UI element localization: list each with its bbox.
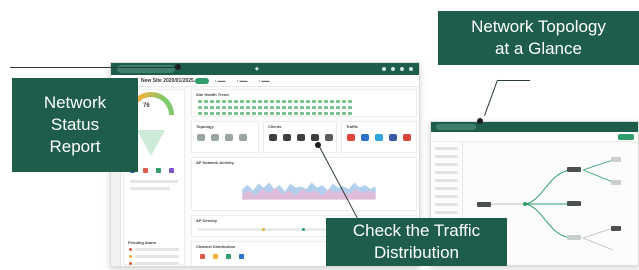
tab-dashboard — [195, 78, 209, 84]
topology-connector-line — [484, 79, 498, 116]
alarms-title: Pending Alarm — [128, 240, 157, 245]
network-topology-callout: Network Topology at a Glance — [438, 11, 639, 65]
status-callout-line1: Network — [43, 93, 107, 112]
health-score: 76 — [143, 103, 150, 109]
network-status-callout: Network Status Report — [12, 78, 138, 172]
omada-logo: ◆ — [255, 66, 259, 72]
switch-node — [567, 167, 581, 172]
switch-hub — [523, 202, 527, 206]
topology-panel: Topology — [191, 121, 259, 153]
dashboard-topbar: ◆ — [111, 63, 419, 75]
status-connector-dot — [175, 64, 181, 70]
topology-subbar — [431, 132, 638, 142]
alarm-row — [135, 255, 179, 258]
health-trend-panel: Site Health Trend — [191, 89, 417, 117]
ap-node — [611, 226, 621, 231]
alarm-row — [135, 262, 179, 265]
topology-title: Topology — [196, 124, 214, 129]
topology-callout-line2: at a Glance — [495, 39, 582, 58]
tab-traffic: ▪ ▬▬ — [259, 78, 270, 83]
topbar-icons — [382, 67, 413, 71]
status-callout-line2: Status — [50, 115, 100, 134]
topology-link — [582, 237, 614, 251]
dashboard-subbar: New Site 2020/01/2025... ▪ ▬▬ ▪ ▬▬ ▪ ▬▬ — [111, 75, 419, 87]
site-name: New Site 2020/01/2025... — [141, 78, 198, 84]
topology-link — [522, 203, 574, 239]
status-callout-line3: Report — [49, 137, 101, 156]
traffic-callout-line2: Distribution — [373, 243, 460, 262]
density-marker — [262, 228, 265, 231]
radar-shape — [137, 130, 165, 156]
ap-node — [611, 157, 621, 162]
topology-link — [582, 159, 614, 171]
topology-connector-dot — [477, 118, 483, 124]
alarm-dot — [129, 255, 132, 258]
switch-node — [567, 201, 581, 206]
switch-node — [567, 235, 581, 240]
channel-title: Channel Distribution — [196, 244, 236, 249]
topology-link — [522, 169, 574, 205]
gateway-node — [477, 202, 491, 207]
traffic-callout-line1: Check the Traffic — [352, 221, 481, 240]
traffic-title: Traffic — [346, 124, 359, 129]
activity-title: AP Network Activity — [196, 160, 234, 165]
traffic-app-icons — [347, 134, 411, 141]
ap-node — [611, 180, 621, 185]
topology-link — [582, 227, 614, 239]
topology-icons — [197, 134, 247, 141]
clients-title: Clients — [268, 124, 282, 129]
topology-callout-line1: Network Topology — [471, 17, 606, 36]
status-bar — [130, 180, 178, 183]
alarm-dot — [129, 248, 132, 251]
trend-title: Site Health Trend — [196, 92, 229, 97]
density-marker — [302, 228, 305, 231]
topology-connector-line — [498, 80, 530, 81]
topology-topbar — [431, 122, 638, 132]
activity-chart — [242, 182, 376, 200]
site-selector — [436, 124, 476, 130]
status-connector-line — [10, 67, 178, 68]
channel-dots — [200, 254, 244, 259]
topology-link — [582, 169, 614, 183]
trend-grid — [198, 100, 354, 115]
alarm-row — [135, 248, 179, 251]
alarm-dot — [129, 262, 132, 265]
tab-topology: ▪ ▬▬ — [215, 78, 226, 83]
clients-panel: Clients — [263, 121, 337, 153]
ap-density-title: AP Density — [196, 218, 218, 223]
topology-action-button — [618, 134, 634, 140]
traffic-panel: Traffic — [341, 121, 417, 153]
traffic-connector-dot — [315, 142, 321, 148]
tab-clients: ▪ ▬▬ — [237, 78, 248, 83]
client-icons — [269, 134, 333, 141]
traffic-distribution-callout: Check the Traffic Distribution — [326, 218, 507, 266]
status-bar — [130, 187, 170, 190]
